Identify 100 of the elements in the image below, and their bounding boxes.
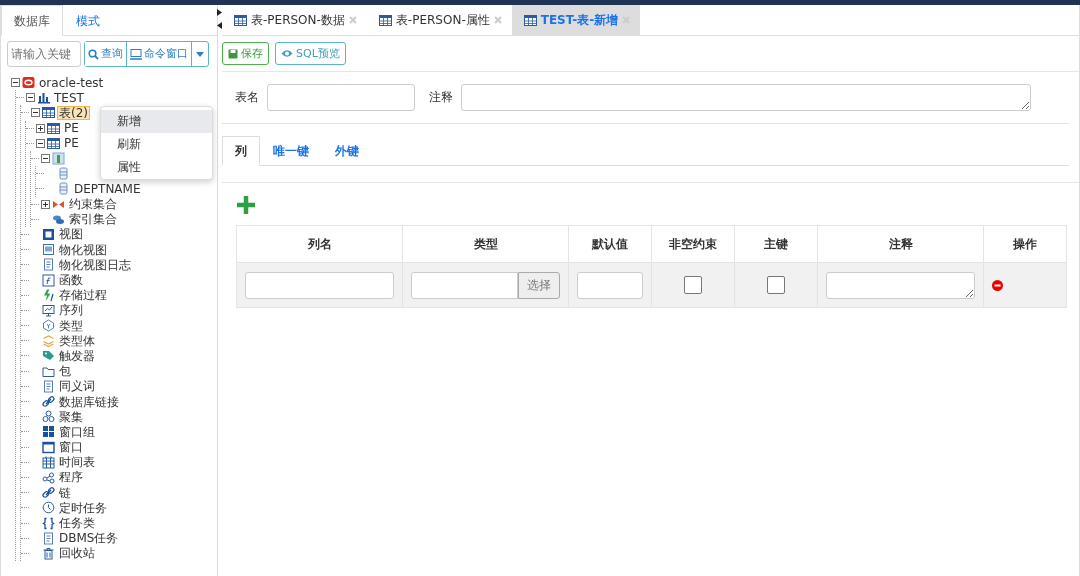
window-icon <box>42 440 55 454</box>
column-header: 主键 <box>734 225 818 263</box>
add-icon <box>236 195 256 215</box>
tree-item[interactable]: 程序 <box>57 470 85 485</box>
panel-tab[interactable]: 数据库 <box>1 5 63 36</box>
column-icon <box>57 182 70 196</box>
collapse-arrow-icon <box>217 9 222 29</box>
tree-item[interactable]: 任务类 <box>57 516 97 531</box>
type-field[interactable] <box>411 271 518 299</box>
table-icon <box>523 13 537 27</box>
tree-item[interactable]: 聚集 <box>57 409 85 424</box>
sub-tab[interactable]: 列 <box>222 136 260 166</box>
menu-item[interactable]: 新增 <box>101 110 212 133</box>
tree-item[interactable]: 类型 <box>57 318 85 333</box>
tree-item[interactable]: DEPTNAME <box>72 181 143 196</box>
tree-item[interactable]: TEST <box>52 90 86 105</box>
tree-item[interactable]: PE <box>62 136 81 151</box>
tag-icon <box>42 349 55 363</box>
square-icon <box>42 227 55 241</box>
database-icon <box>22 76 35 90</box>
column-icon <box>57 167 70 181</box>
tree-item[interactable]: 链 <box>57 485 73 500</box>
document-icon <box>42 258 55 272</box>
comment-input[interactable] <box>826 271 975 299</box>
menu-item[interactable]: 属性 <box>101 156 212 179</box>
braces-icon <box>42 516 55 530</box>
monitor-icon <box>130 48 142 60</box>
query-button[interactable]: 查询 <box>85 42 127 66</box>
column-header: 非空约束 <box>651 225 735 263</box>
tree-item[interactable]: 类型体 <box>57 333 97 348</box>
tree-item[interactable]: 视图 <box>57 227 85 242</box>
tree-item[interactable]: 窗口组 <box>57 424 97 439</box>
tree-item[interactable]: 定时任务 <box>57 500 109 515</box>
chain-link-icon <box>42 486 55 500</box>
choose-button[interactable]: 选择 <box>518 271 560 299</box>
tree-item[interactable]: 物化视图日志 <box>57 257 133 272</box>
menu-item[interactable]: 刷新 <box>101 133 212 156</box>
trash-icon <box>42 546 55 560</box>
column-header: 注释 <box>817 225 984 263</box>
tree-item[interactable]: 包 <box>57 364 73 379</box>
chain-link-icon <box>42 395 55 409</box>
close-icon <box>493 16 502 24</box>
tree-item[interactable]: 同义词 <box>57 379 97 394</box>
columns-icon <box>52 152 65 166</box>
table-icon <box>47 121 60 135</box>
save-button[interactable]: 保存 <box>222 42 269 65</box>
panel-tab[interactable]: 模式 <box>63 5 113 35</box>
editor-tab[interactable]: 表-PERSON-属性 <box>366 5 512 35</box>
hexagon-icon <box>42 319 55 333</box>
comment-field[interactable] <box>461 84 1031 111</box>
monitor-icon <box>42 303 55 317</box>
tree-item[interactable]: DBMS任务 <box>57 531 121 546</box>
checkbox[interactable] <box>684 276 702 294</box>
column-header: 默认值 <box>568 225 652 263</box>
command-window-button[interactable]: 命令窗口 <box>127 42 192 66</box>
nodes-icon <box>42 470 55 484</box>
bolt-icon <box>42 288 55 302</box>
panel-icon <box>42 243 55 257</box>
table-icon <box>42 106 55 120</box>
circles-icon <box>42 410 55 424</box>
field-label: 注释 <box>429 89 453 106</box>
cell-input[interactable] <box>577 271 643 299</box>
tree-item[interactable]: PE <box>62 121 81 136</box>
tree-item[interactable]: 索引集合 <box>67 212 119 227</box>
table-icon <box>234 13 247 27</box>
clock-icon <box>42 501 55 515</box>
field-label: 表名 <box>235 89 259 106</box>
checkbox[interactable] <box>767 276 785 294</box>
windows-icon <box>42 425 55 439</box>
tree-item[interactable]: oracle-test <box>37 75 106 90</box>
tree-item[interactable]: 序列 <box>57 303 85 318</box>
function-icon <box>42 273 55 287</box>
tree-item[interactable]: 触发器 <box>57 348 97 363</box>
tree-item[interactable]: 物化视图 <box>57 242 109 257</box>
tree-item[interactable]: 回收站 <box>57 546 97 561</box>
document-icon <box>42 531 55 545</box>
search-icon <box>88 48 99 60</box>
calendar-icon <box>42 455 55 469</box>
tree-item[interactable]: 约束集合 <box>67 197 119 212</box>
remove-icon <box>992 279 1003 291</box>
layers-icon <box>42 334 55 348</box>
tree-item[interactable]: 表(2) <box>57 105 90 120</box>
sub-tab[interactable]: 唯一键 <box>260 136 322 165</box>
tree-item[interactable]: 数据库链接 <box>57 394 121 409</box>
tree-item[interactable]: 存储过程 <box>57 288 109 303</box>
folder-icon <box>42 364 55 378</box>
column-header: 操作 <box>983 225 1067 263</box>
tree-item[interactable]: 函数 <box>57 273 85 288</box>
document-icon <box>42 379 55 393</box>
table-icon <box>47 136 60 150</box>
close-icon <box>348 16 357 24</box>
cell-input[interactable] <box>245 271 394 299</box>
tree-item[interactable]: 时间表 <box>57 455 97 470</box>
column-header: 类型 <box>402 225 569 263</box>
table-name-field[interactable] <box>267 84 415 111</box>
dropdown-caret-icon <box>196 51 204 57</box>
sub-tab[interactable]: 外键 <box>322 136 372 165</box>
search-field[interactable]: 请输入关键 <box>7 41 81 67</box>
tree-item[interactable]: 窗口 <box>57 440 85 455</box>
editor-tab[interactable]: 表-PERSON-数据 <box>222 5 367 35</box>
